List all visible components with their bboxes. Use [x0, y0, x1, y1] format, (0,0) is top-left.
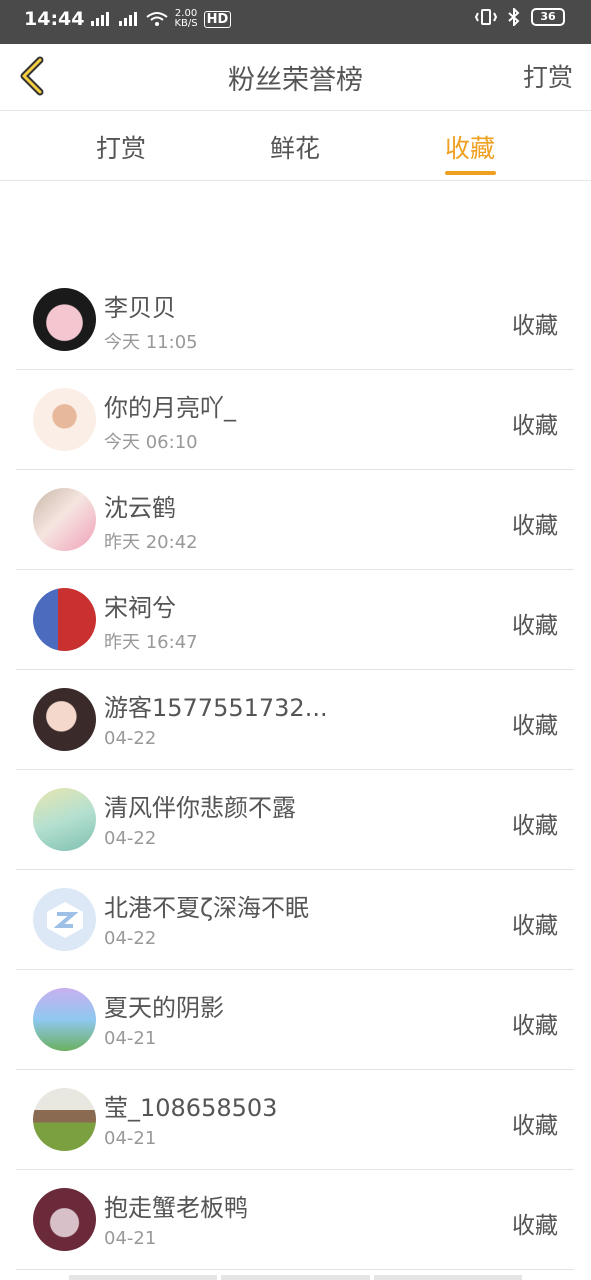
fan-name: 北港不夏ζ深海不眠: [104, 894, 310, 922]
avatar: [33, 1188, 96, 1251]
favorite-label: 收藏: [512, 913, 558, 939]
favorite-label: 收藏: [512, 413, 558, 439]
list-item[interactable]: 清风伴你悲颜不露 04-22 收藏: [16, 770, 574, 870]
fan-time: 04-22: [104, 828, 157, 849]
fan-time: 04-21: [104, 1128, 157, 1149]
list-item[interactable]: 抱走蟹老板鸭 04-21 收藏: [16, 1170, 574, 1270]
avatar: [33, 388, 96, 451]
status-bar: 14:44 2.00 KB/S HD 36: [0, 0, 591, 44]
list-item[interactable]: 宋祠兮 昨天 16:47 收藏: [16, 570, 574, 670]
signal-icon: [91, 12, 110, 26]
fan-time: 04-22: [104, 728, 157, 749]
favorite-label: 收藏: [512, 513, 558, 539]
list-item[interactable]: 莹_108658503 04-21 收藏: [16, 1070, 574, 1170]
top-nav-bar: 粉丝荣誉榜 打赏: [0, 44, 591, 111]
favorite-label: 收藏: [512, 1113, 558, 1139]
avatar: [33, 888, 96, 951]
fan-time: 今天 06:10: [104, 432, 198, 453]
tab-bar: 打赏 鲜花 收藏: [0, 111, 591, 181]
bottom-indicator: [69, 1275, 522, 1280]
signal-icon: [119, 12, 138, 26]
status-time: 14:44: [24, 8, 85, 30]
avatar: [33, 488, 96, 551]
list-item[interactable]: 沈云鹤 昨天 20:42 收藏: [16, 470, 574, 570]
avatar: [33, 1088, 96, 1151]
tab-flowers[interactable]: 鲜花: [270, 129, 320, 165]
fan-name: 你的月亮吖_: [104, 394, 236, 422]
tab-favorites[interactable]: 收藏: [445, 129, 495, 165]
net-speed: 2.00 KB/S: [174, 8, 198, 29]
favorite-label: 收藏: [512, 813, 558, 839]
fan-name: 宋祠兮: [104, 594, 176, 622]
fan-name: 莹_108658503: [104, 1094, 278, 1122]
page-title: 粉丝荣誉榜: [228, 65, 363, 96]
fan-time: 04-22: [104, 928, 157, 949]
favorite-label: 收藏: [512, 1013, 558, 1039]
fan-name: 李贝贝: [104, 294, 176, 322]
tab-reward[interactable]: 打赏: [96, 129, 146, 165]
fan-time: 04-21: [104, 1228, 157, 1249]
list-item[interactable]: 夏天的阴影 04-21 收藏: [16, 970, 574, 1070]
list-item[interactable]: 北港不夏ζ深海不眠 04-22 收藏: [16, 870, 574, 970]
fan-name: 抱走蟹老板鸭: [104, 1194, 248, 1222]
avatar: [33, 988, 96, 1051]
avatar: [33, 688, 96, 751]
list-item[interactable]: 李贝贝 今天 11:05 收藏: [16, 270, 574, 370]
favorite-label: 收藏: [512, 713, 558, 739]
vibrate-icon: [475, 9, 497, 25]
avatar: [33, 288, 96, 351]
battery-icon: 36: [531, 8, 565, 26]
fan-time: 昨天 16:47: [104, 632, 198, 653]
favorite-label: 收藏: [512, 313, 558, 339]
fan-name: 游客1577551732...: [104, 694, 328, 722]
favorite-label: 收藏: [512, 613, 558, 639]
fan-name: 夏天的阴影: [104, 994, 224, 1022]
wifi-icon: [146, 12, 169, 26]
fan-time: 今天 11:05: [104, 332, 198, 353]
favorite-label: 收藏: [512, 1213, 558, 1239]
reward-button[interactable]: 打赏: [523, 58, 573, 94]
fan-list: 李贝贝 今天 11:05 收藏 你的月亮吖_ 今天 06:10 收藏 沈云鹤 昨…: [0, 270, 591, 1270]
default-avatar-icon: [46, 901, 83, 938]
bluetooth-icon: [508, 8, 520, 26]
list-item[interactable]: 游客1577551732... 04-22 收藏: [16, 670, 574, 770]
fan-name: 清风伴你悲颜不露: [104, 794, 296, 822]
list-item[interactable]: 你的月亮吖_ 今天 06:10 收藏: [16, 370, 574, 470]
fan-time: 昨天 20:42: [104, 532, 198, 553]
avatar: [33, 588, 96, 651]
fan-time: 04-21: [104, 1028, 157, 1049]
fan-name: 沈云鹤: [104, 494, 176, 522]
hd-icon: HD: [203, 10, 232, 28]
active-tab-indicator: [445, 171, 496, 175]
avatar: [33, 788, 96, 851]
